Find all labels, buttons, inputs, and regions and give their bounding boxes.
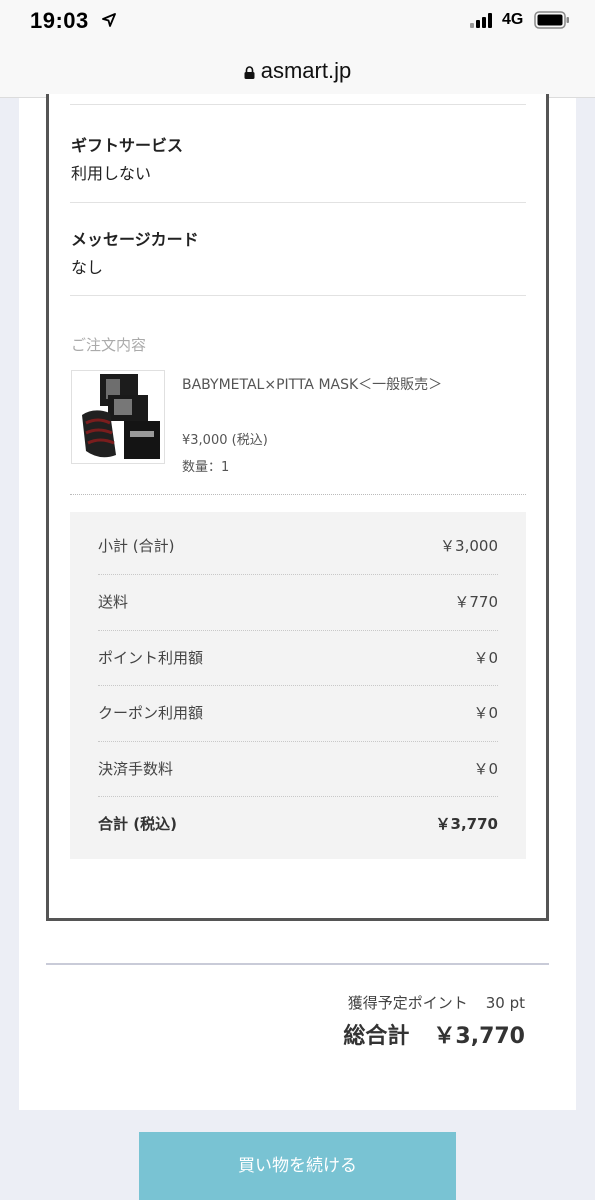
summary-value: ￥0 [473,760,498,778]
earned-points: 獲得予定ポイント 30 pt [348,992,525,1013]
product-quantity: 数量：1 [182,460,230,475]
battery-icon [534,11,569,29]
divider [46,963,549,965]
grand-total: 総合計 ￥3,770 [343,1018,525,1050]
product-image [71,370,165,464]
summary-value: ￥0 [473,649,498,667]
summary-label: クーポン利用額 [98,704,204,722]
status-time: 19:03 [30,8,89,33]
summary-value: ￥3,000 [440,537,498,555]
dotted-divider [70,494,526,495]
page-card: ギフトサービス 利用しない メッセージカード なし ご注文内容 BABYMETA… [19,94,576,1110]
summary-row-total: 合計 (税込) ￥3,770 [98,796,498,852]
continue-shopping-button[interactable]: 買い物を続ける [139,1132,456,1200]
signal-bars-icon [470,12,494,28]
lock-icon [244,59,255,79]
summary-row-coupon: クーポン利用額 ￥0 [98,685,498,741]
order-contents-title: ご注文内容 [71,336,147,354]
order-details-box: ギフトサービス 利用しない メッセージカード なし ご注文内容 BABYMETA… [46,94,549,921]
product-price: ¥3,000 (税込) [182,433,268,448]
message-card-value: なし [71,258,104,277]
message-card-label: メッセージカード [71,230,199,249]
summary-label: 小計 (合計) [98,537,175,555]
summary-label: 決済手数料 [98,760,174,778]
grand-total-value: ￥3,770 [433,1024,525,1049]
summary-value: ￥3,770 [435,815,498,833]
url-display[interactable]: asmart.jp [0,58,595,84]
network-type: 4G [502,11,524,28]
gift-service-value: 利用しない [71,164,152,183]
summary-row-shipping: 送料 ￥770 [98,574,498,630]
divider [70,104,526,105]
summary-row-payment-fee: 決済手数料 ￥0 [98,741,498,797]
summary-label: ポイント利用額 [98,649,204,667]
summary-row-points-used: ポイント利用額 ￥0 [98,630,498,686]
divider [70,295,526,296]
browser-url-bar[interactable]: asmart.jp [0,44,595,98]
gift-service-label: ギフトサービス [71,136,184,155]
earned-points-value: 30 pt [485,994,525,1012]
summary-value: ￥0 [473,704,498,722]
summary-value: ￥770 [454,593,498,611]
url-text: asmart.jp [260,58,352,83]
summary-row-subtotal: 小計 (合計) ￥3,000 [98,518,498,574]
order-summary: 小計 (合計) ￥3,000 送料 ￥770 ポイント利用額 ￥0 クーポン利用… [70,512,526,859]
location-arrow-icon [102,13,116,27]
grand-total-label: 総合計 [343,1024,410,1049]
status-bar: 19:03 4G [0,0,595,44]
divider [70,202,526,203]
summary-label: 合計 (税込) [98,815,177,833]
summary-label: 送料 [98,593,129,611]
product-name: BABYMETAL×PITTA MASK＜一般販売＞ [182,377,443,393]
earned-points-label: 獲得予定ポイント [347,994,468,1012]
